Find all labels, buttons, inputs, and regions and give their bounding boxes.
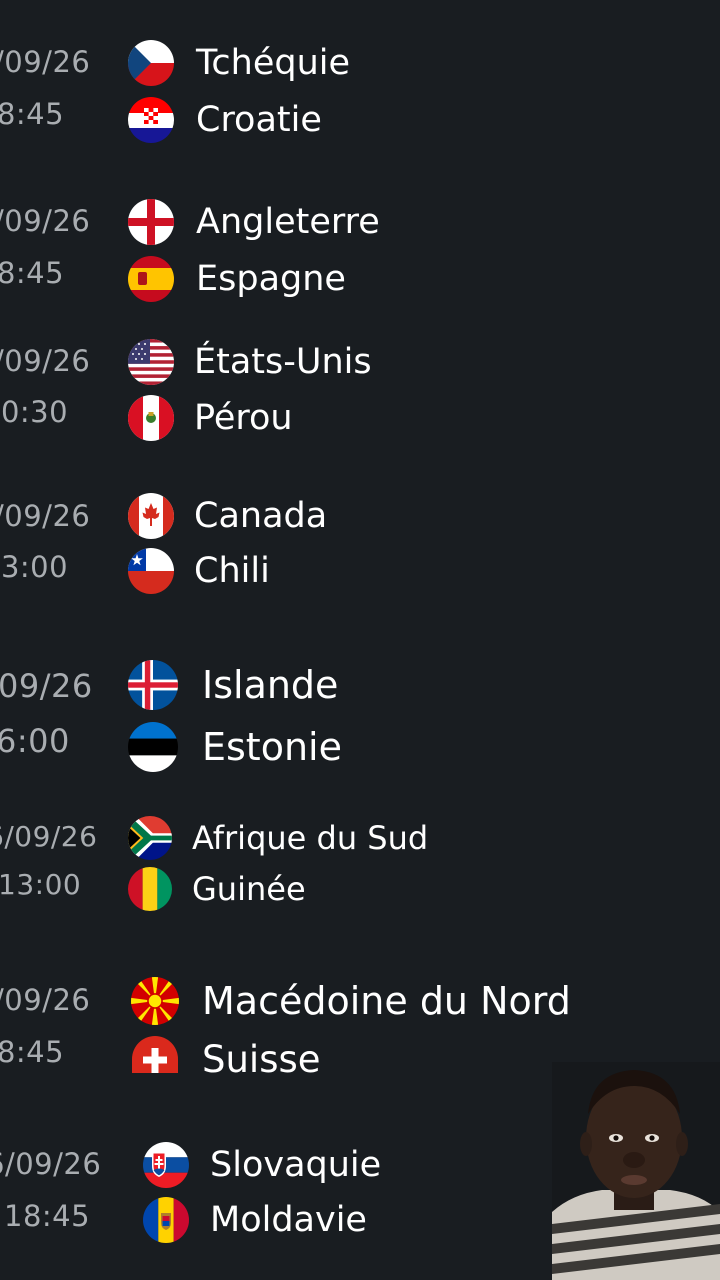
away-team-name: Espagne <box>196 259 346 299</box>
home-team-name: Canada <box>194 496 328 536</box>
match-date: /09/26 <box>0 983 91 1017</box>
canada-flag-icon <box>128 493 174 539</box>
away-team-name: Pérou <box>194 398 293 438</box>
match-date: 6/09/26 <box>0 820 98 853</box>
match-schedule-screen: { "matches": [ {"date": "/09/26", "time"… <box>0 0 720 1280</box>
peru-flag-icon <box>128 395 174 441</box>
away-team-name: Estonie <box>202 725 342 769</box>
home-team-name: Islande <box>202 663 339 707</box>
away-team-name: Chili <box>194 551 270 591</box>
home-team-name: Angleterre <box>196 202 380 242</box>
iceland-flag-icon <box>128 660 178 710</box>
usa-flag-icon <box>128 339 174 385</box>
match-time: 20:30 <box>0 395 69 429</box>
slovakia-flag-icon <box>143 1142 189 1188</box>
home-team-name: Macédoine du Nord <box>202 979 571 1023</box>
match-time: 18:45 <box>4 1199 91 1233</box>
chile-flag-icon <box>128 548 174 594</box>
match-time: 13:00 <box>0 868 82 901</box>
north-macedonia-flag-icon <box>131 977 179 1025</box>
home-team-name: États-Unis <box>194 342 372 382</box>
guinea-flag-icon <box>128 867 172 911</box>
match-time: 6:00 <box>0 722 70 760</box>
match-date: 09/26 <box>0 667 93 705</box>
south-africa-flag-icon <box>128 816 172 860</box>
match-date: 6/09/26 <box>0 1147 102 1181</box>
home-team-name: Slovaquie <box>210 1145 382 1185</box>
match-time: 18:45 <box>0 97 65 131</box>
spain-flag-icon <box>128 256 174 302</box>
match-date: /09/26 <box>0 344 91 378</box>
match-date: /09/26 <box>0 45 91 79</box>
match-date: /09/26 <box>0 204 91 238</box>
match-time: 23:00 <box>0 550 69 584</box>
moldova-flag-icon <box>143 1197 189 1243</box>
match-date: /09/26 <box>0 499 91 533</box>
czechia-flag-icon <box>128 40 174 86</box>
presenter-avatar <box>552 1062 720 1280</box>
england-flag-icon <box>128 199 174 245</box>
switzerland-flag-icon <box>132 1036 178 1073</box>
away-team-name: Suisse <box>202 1038 321 1081</box>
away-team-name: Croatie <box>196 100 322 140</box>
home-team-name: Afrique du Sud <box>192 819 429 857</box>
estonia-flag-icon <box>128 722 178 772</box>
presenter-video-overlay <box>552 1062 720 1280</box>
match-time: 18:45 <box>0 256 65 290</box>
match-time: 18:45 <box>0 1035 65 1069</box>
croatia-flag-icon <box>128 97 174 143</box>
away-team-name: Moldavie <box>210 1200 367 1240</box>
away-team-name: Guinée <box>192 870 306 908</box>
home-team-name: Tchéquie <box>196 43 351 83</box>
